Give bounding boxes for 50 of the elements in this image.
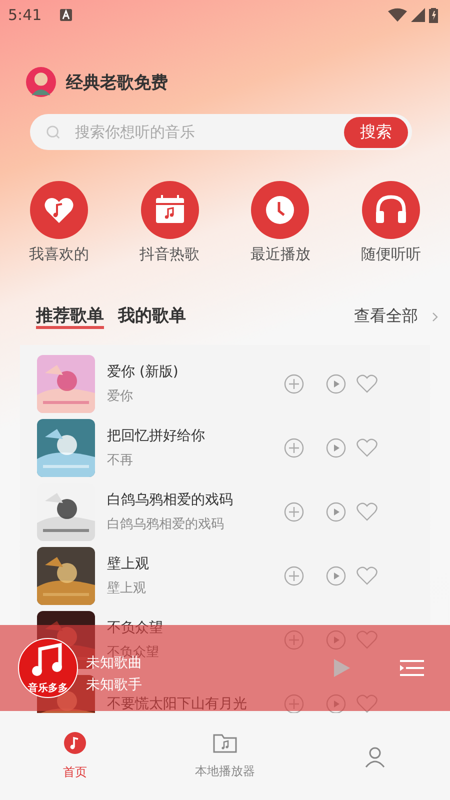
nav-tab[interactable]: 首页 <box>0 713 150 800</box>
playlist-icon[interactable] <box>400 659 424 677</box>
heart-icon[interactable] <box>356 694 378 713</box>
now-playing-artist: 未知歌手 <box>86 676 142 694</box>
shortcut-label[interactable]: 我喜欢的 <box>29 245 89 264</box>
play-icon[interactable] <box>326 438 346 458</box>
heart-icon[interactable] <box>356 374 378 394</box>
song-artist: 白鸽乌鸦相爱的戏码 <box>107 516 224 533</box>
add-icon[interactable] <box>284 374 304 394</box>
search-field[interactable]: 搜索你想听的音乐 搜索 <box>30 114 412 150</box>
view-all-link[interactable]: 查看全部 <box>354 306 418 327</box>
music-note-icon <box>64 732 86 754</box>
song-artist: 不再 <box>107 452 133 469</box>
heart-icon[interactable] <box>356 438 378 458</box>
playlist-tab[interactable]: 我的歌单 <box>118 302 186 331</box>
heart-icon[interactable] <box>356 566 378 586</box>
logo-text: 音乐多多 <box>28 681 68 695</box>
avatar[interactable] <box>26 67 56 97</box>
wifi-icon <box>388 8 407 22</box>
status-time: 5:41 <box>8 6 42 24</box>
clock-icon[interactable] <box>251 181 310 239</box>
play-icon[interactable] <box>326 694 346 713</box>
add-icon[interactable] <box>284 502 304 522</box>
notification-icon <box>60 9 72 21</box>
shortcut-label[interactable]: 抖音热歌 <box>140 245 200 264</box>
song-title[interactable]: 壁上观 <box>107 555 149 573</box>
song-artist: 壁上观 <box>107 580 146 597</box>
play-icon[interactable] <box>326 374 346 394</box>
song-title[interactable]: 把回忆拼好给你 <box>107 427 205 445</box>
calendar-icon[interactable] <box>140 181 199 239</box>
person-icon <box>364 746 386 768</box>
play-icon[interactable] <box>326 502 346 522</box>
signal-icon <box>411 8 425 22</box>
shortcut-label[interactable]: 随便听听 <box>360 245 421 264</box>
folder-icon <box>213 733 237 753</box>
play-icon[interactable] <box>326 566 346 586</box>
app-title: 经典老歌免费 <box>66 72 168 94</box>
headphones-icon[interactable] <box>362 181 420 239</box>
chevron-right-icon[interactable] <box>432 312 438 322</box>
song-title[interactable]: 爱你 (新版) <box>107 363 178 381</box>
add-icon[interactable] <box>284 438 304 458</box>
song-artist: 爱你 <box>107 388 133 405</box>
add-icon[interactable] <box>284 566 304 586</box>
search-button[interactable]: 搜索 <box>344 116 408 148</box>
heart-icon[interactable] <box>356 502 378 522</box>
shortcut-label[interactable]: 最近播放 <box>250 245 310 264</box>
battery-icon <box>429 7 438 23</box>
search-icon <box>46 124 61 140</box>
song-title[interactable]: 白鸽乌鸦相爱的戏码 <box>107 491 233 509</box>
add-icon[interactable] <box>284 694 304 713</box>
